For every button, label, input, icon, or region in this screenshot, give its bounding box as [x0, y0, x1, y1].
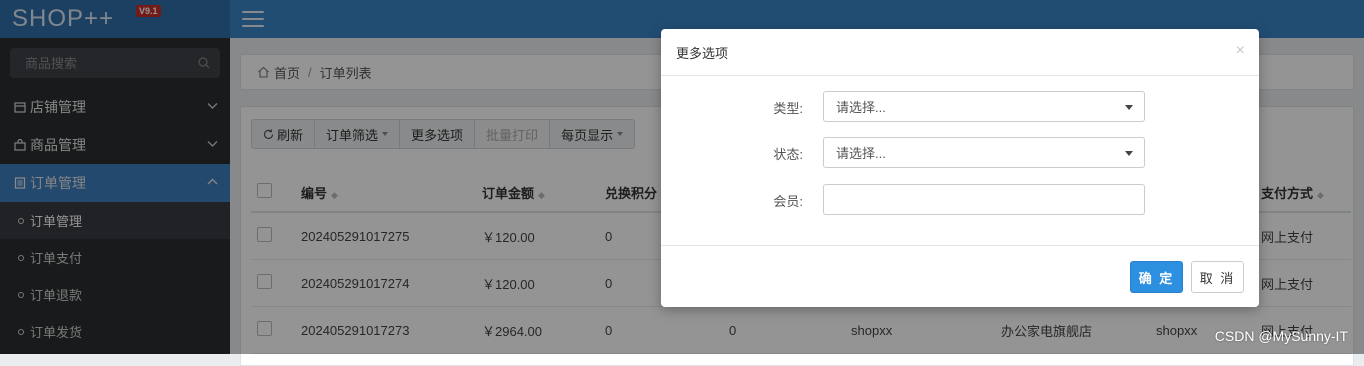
status-row: 状态: 请选择...	[661, 137, 1259, 169]
dialog-header: 更多选项 ×	[661, 29, 1259, 76]
member-label: 会员:	[773, 194, 803, 209]
more-options-dialog: 更多选项 × 类型: 请选择... 状态: 请选择... 会员: 确 定 取 消	[661, 29, 1259, 307]
member-field-wrap	[823, 184, 1145, 215]
dropdown-arrow-icon	[1125, 151, 1133, 156]
dialog-footer: 确 定 取 消	[661, 245, 1259, 308]
watermark: CSDN @MySunny-IT	[1214, 328, 1348, 344]
close-icon[interactable]: ×	[1236, 43, 1245, 59]
status-label: 状态:	[773, 147, 803, 162]
member-row: 会员:	[661, 184, 1259, 216]
dialog-title: 更多选项	[676, 45, 729, 61]
dropdown-arrow-icon	[1125, 105, 1133, 110]
cancel-button[interactable]: 取 消	[1191, 261, 1244, 293]
type-row: 类型: 请选择...	[661, 91, 1259, 123]
type-select[interactable]: 请选择...	[823, 91, 1145, 122]
status-select[interactable]: 请选择...	[823, 137, 1145, 168]
status-select-value: 请选择...	[836, 146, 886, 161]
type-select-value: 请选择...	[836, 100, 886, 115]
type-label: 类型:	[773, 101, 803, 116]
member-input[interactable]	[836, 191, 1130, 208]
confirm-button[interactable]: 确 定	[1130, 261, 1183, 293]
